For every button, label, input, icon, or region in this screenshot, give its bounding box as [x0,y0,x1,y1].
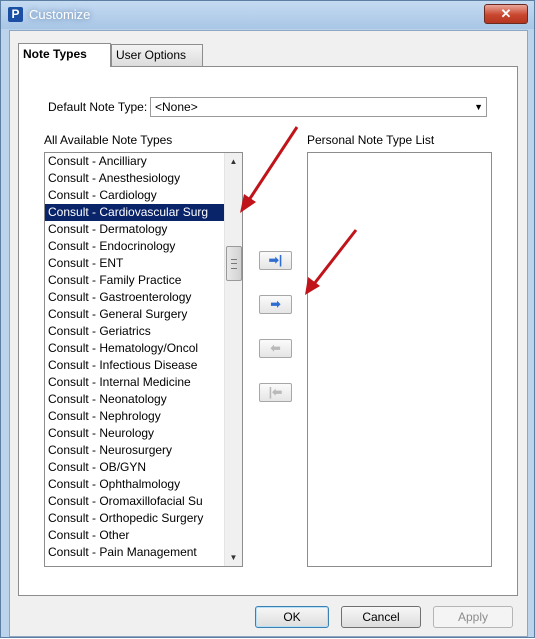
tab-note-types[interactable]: Note Types [18,43,111,67]
annotation-arrows [240,126,358,295]
annotation-arrow-2 [305,229,358,295]
customize-dialog: P Customize ✕ Note Types User Options De… [0,0,535,638]
annotation-arrow-1 [240,126,299,213]
